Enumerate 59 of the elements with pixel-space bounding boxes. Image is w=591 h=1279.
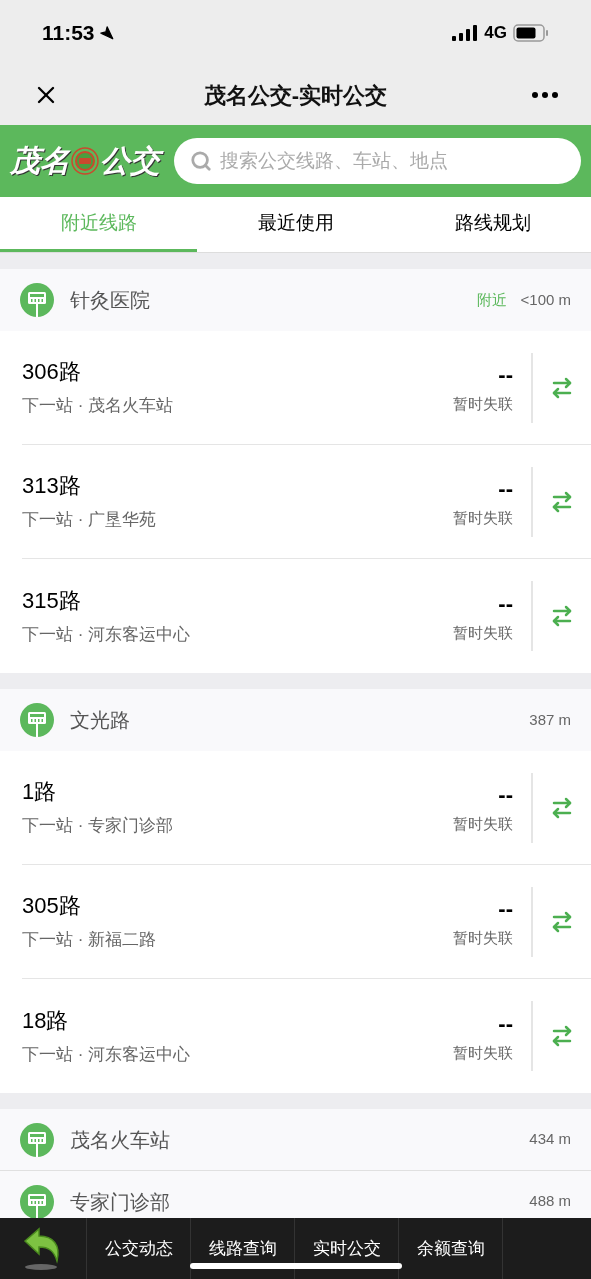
stop-name: 专家门诊部 [70,1189,171,1215]
toolbar-item[interactable]: 公交动态 [87,1218,191,1279]
more-icon [532,92,558,98]
route-name[interactable]: 315路 [22,589,453,612]
swap-icon [550,1024,574,1048]
arrival-status: 暂时失联 [453,816,513,831]
bus-stop-icon [20,1122,54,1157]
arrival-time: -- [498,478,513,500]
location-arrow-icon [98,25,114,40]
stop-name: 茂名火车站 [70,1127,171,1153]
next-stop: 下一站 · 广垦华苑 [22,511,158,528]
arrival-time: -- [498,364,513,386]
search-icon [190,150,212,172]
arrival-status: 暂时失联 [453,930,513,945]
swap-icon [550,375,574,400]
stop-distance: 387 m [529,709,571,730]
stop-name: 文光路 [70,708,131,733]
arrival-status: 暂时失联 [453,510,513,525]
swap-icon [550,489,574,514]
stop-header[interactable]: 文光路 387 m [0,689,591,751]
stop-header[interactable]: 专家门诊部 488 m [0,1171,591,1218]
swap-icon [550,795,574,820]
network-type: 4G [484,21,507,44]
signal-icon [452,24,479,41]
next-stop: 下一站 · 河东客运中心 [22,1045,192,1063]
page-title: 茂名公交-实时公交 [203,81,388,110]
search-field[interactable]: 搜索公交线路、车站、地点 [174,138,581,184]
swap-icon [550,909,574,934]
route-name[interactable]: 313路 [22,475,453,497]
stop-header[interactable]: 针灸医院 附近 <100 m [0,269,591,331]
stop-distance: <100 m [520,289,571,310]
clock-time: 11:53 [42,19,95,46]
arrival-status: 暂时失联 [453,624,513,640]
arrival-time: -- [498,898,513,920]
battery-icon [513,23,549,42]
arrival-time: -- [498,1012,513,1035]
arrival-status: 暂时失联 [453,396,513,411]
next-stop: 下一站 · 茂名火车站 [22,397,175,414]
route-name[interactable]: 1路 [22,781,453,803]
stop-distance: 488 m [529,1191,571,1212]
tab[interactable]: 最近使用 [197,197,394,252]
arrival-time: -- [498,592,513,615]
next-stop: 下一站 · 专家门诊部 [22,817,175,834]
swap-icon [550,604,574,628]
next-stop: 下一站 · 河东客运中心 [22,625,192,643]
nearby-tag: 附近 [476,288,507,312]
arrival-status: 暂时失联 [453,1044,513,1060]
bus-stop-icon [20,1184,54,1218]
arrival-time: -- [498,784,513,806]
stop-name: 针灸医院 [70,288,151,313]
stop-header[interactable]: 茂名火车站 434 m [0,1109,591,1171]
route-name[interactable]: 305路 [22,895,453,917]
route-name[interactable]: 18路 [22,1009,453,1032]
bus-stop-icon [20,703,54,737]
bus-stop-icon [20,283,54,317]
stop-distance: 434 m [529,1129,571,1150]
route-name[interactable]: 306路 [22,361,453,383]
next-stop: 下一站 · 新福二路 [22,931,158,948]
tab[interactable]: 路线规划 [394,197,591,252]
